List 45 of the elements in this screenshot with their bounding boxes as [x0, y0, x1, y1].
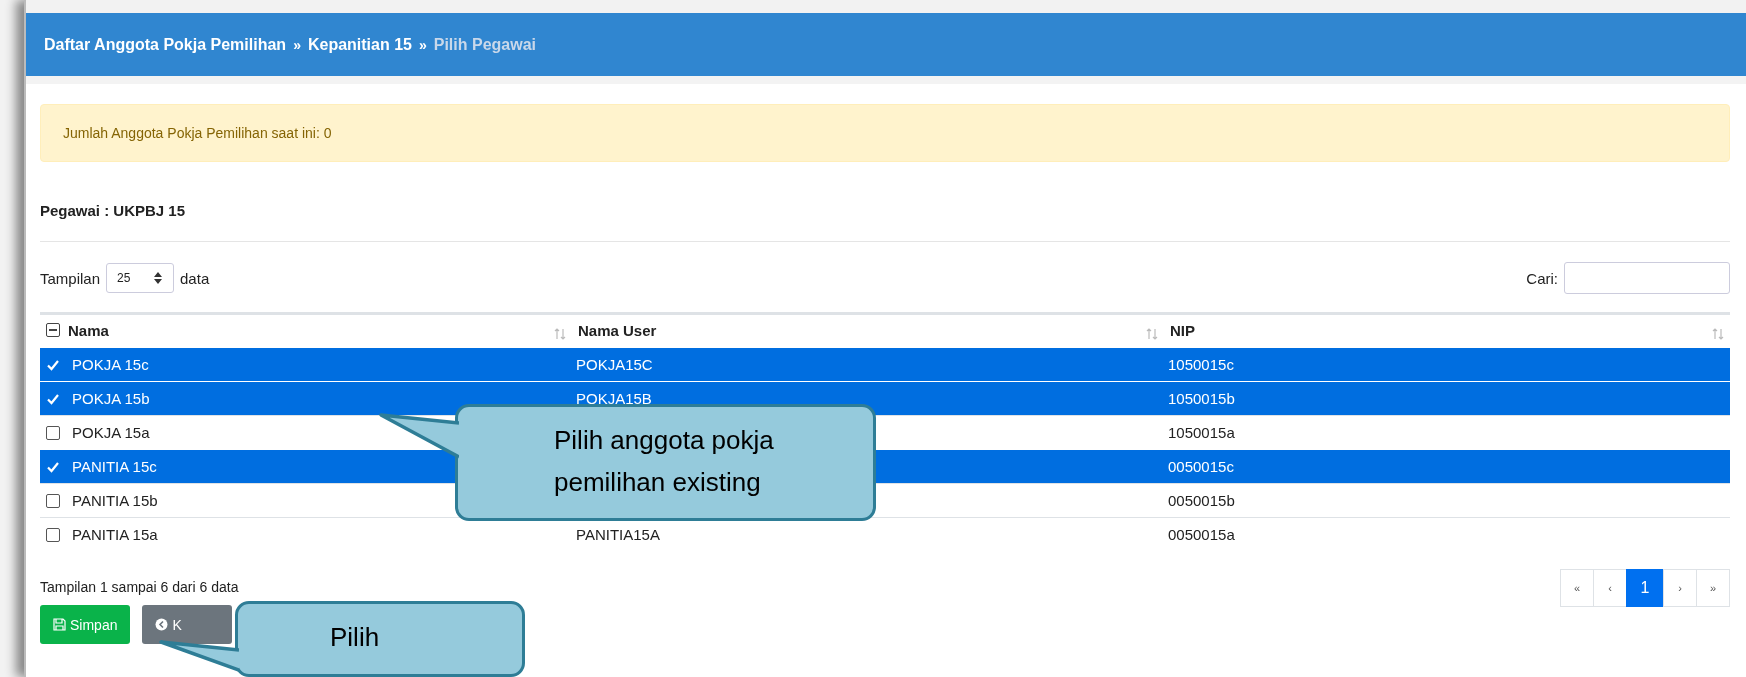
- pagination-button[interactable]: ›: [1663, 569, 1697, 607]
- row-checkbox[interactable]: [46, 425, 60, 440]
- sort-icon: [1712, 327, 1724, 341]
- table-cell: POKJA15B: [576, 390, 652, 407]
- table-row[interactable]: POKJA 15b POKJA15B 1050015b: [40, 381, 1730, 416]
- table-cell: POKJA 15c: [72, 356, 149, 373]
- pagination-button[interactable]: »: [1696, 569, 1730, 607]
- length-label: Tampilan: [40, 269, 101, 287]
- table-cell: PANITIA 15a: [72, 526, 158, 543]
- sort-icon: [554, 327, 566, 341]
- breadcrumb-link[interactable]: Daftar Anggota Pokja Pemilihan: [44, 35, 287, 54]
- table-cell: POKJA 15a: [72, 424, 150, 441]
- search-field[interactable]: [1564, 262, 1730, 294]
- table-cell: 0050015b: [1168, 492, 1235, 509]
- length-suffix: data: [180, 269, 210, 287]
- table-row[interactable]: POKJA 15c POKJA15C 1050015c: [40, 347, 1730, 382]
- table-cell: 0050015c: [1168, 458, 1234, 475]
- select-all-checkbox[interactable]: [46, 323, 60, 337]
- table-cell: 1050015b: [1168, 390, 1235, 407]
- section-title: Pegawai : UKPBJ 15: [40, 202, 187, 219]
- sort-updown-icon: [153, 271, 164, 285]
- pagination-button[interactable]: 1: [1626, 569, 1664, 607]
- callout-bubble: Pilih anggota pokja pemilihan existing: [455, 404, 876, 521]
- back-button[interactable]: K: [142, 605, 233, 644]
- table-cell: 1050015c: [1168, 356, 1234, 373]
- search-label: Cari:: [1526, 269, 1558, 287]
- table-cell: PANITIA15A: [576, 526, 660, 543]
- table-cell: POKJA15C: [576, 356, 653, 373]
- table-cell: PANITIA 15b: [72, 492, 158, 509]
- info-alert: Jumlah Anggota Pokja Pemilihan saat ini: 0: [40, 104, 1730, 162]
- table-info: Tampilan 1 sampai 6 dari 6 data: [40, 579, 239, 595]
- table-cell: 1050015a: [1168, 424, 1235, 441]
- sort-icon: [1146, 327, 1158, 341]
- row-checkbox[interactable]: [46, 527, 60, 542]
- table-cell: POKJA 15b: [72, 390, 150, 407]
- pagination-button[interactable]: «: [1560, 569, 1594, 607]
- row-checkbox[interactable]: [46, 493, 60, 508]
- breadcrumb-separator: »: [418, 36, 427, 53]
- callout-bubble: Pilih: [235, 601, 525, 677]
- breadcrumb-separator: »: [293, 36, 301, 53]
- breadcrumb-link[interactable]: Kepanitian 15: [307, 35, 412, 54]
- table-cell: 0050015a: [1168, 526, 1235, 543]
- pagination-button[interactable]: ‹: [1593, 569, 1627, 607]
- page-length-select[interactable]: 25: [106, 263, 175, 293]
- table-cell: PANITIA 15c: [72, 458, 157, 475]
